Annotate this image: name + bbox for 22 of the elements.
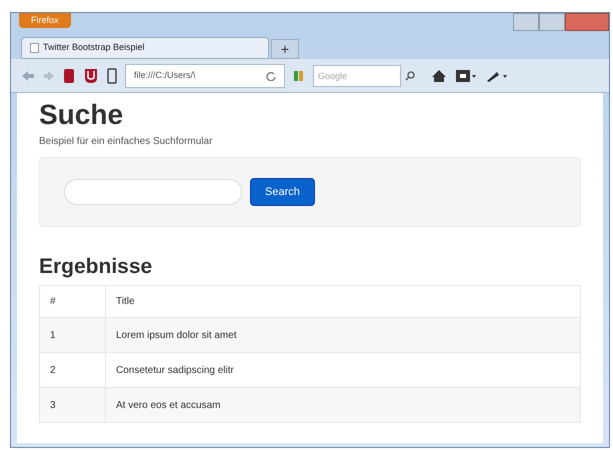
table-cell: At vero eos et accusam [106, 388, 580, 422]
home-icon[interactable] [431, 68, 447, 82]
column-header: # [40, 286, 106, 318]
search-field[interactable] [64, 179, 242, 205]
page-icon [30, 43, 39, 53]
bookmark-icon[interactable] [455, 68, 477, 82]
table-cell: 3 [40, 388, 106, 422]
new-tab-button[interactable]: + [271, 39, 299, 59]
search-icon[interactable] [405, 70, 415, 80]
page-heading: Suche [39, 99, 124, 131]
section-heading: Ergebnisse [39, 255, 152, 279]
reload-icon[interactable] [266, 70, 276, 80]
shield-icon[interactable] [83, 68, 99, 84]
address-text: file:///C:/Users/\ [134, 68, 196, 82]
address-bar[interactable]: file:///C:/Users/\ [125, 64, 285, 88]
column-header: Title [106, 286, 580, 318]
phone-icon[interactable] [107, 68, 117, 84]
web-search-field[interactable]: Google [313, 64, 401, 86]
browser-tab[interactable]: Twitter Bootstrap Beispiel [21, 37, 269, 59]
page-subtitle: Beispiel für ein einfaches Suchformular [39, 135, 212, 149]
extension-icon[interactable] [63, 68, 75, 84]
search-button[interactable]: Search [250, 178, 315, 206]
